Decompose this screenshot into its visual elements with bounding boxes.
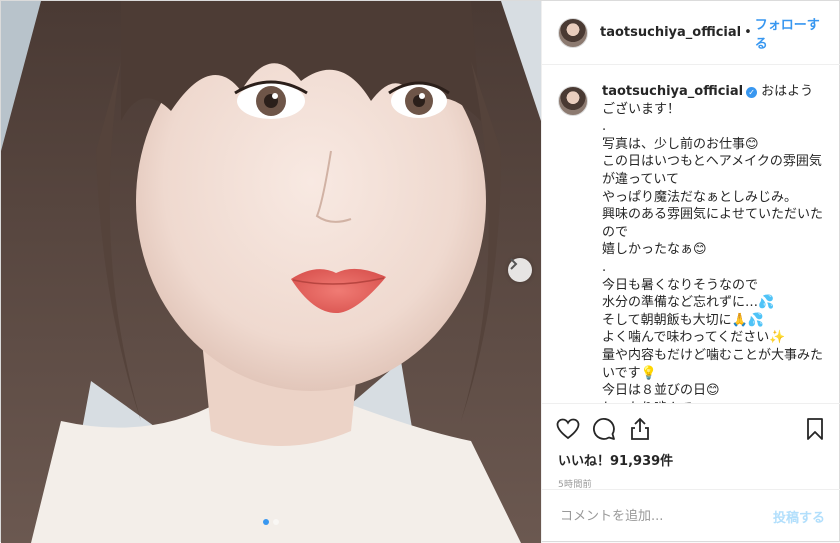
comment-box: 投稿する	[542, 489, 840, 543]
caption: taotsuchiya_official ✓ おはようございます！ . 写真は、少し…	[558, 83, 825, 403]
likes-count[interactable]: いいね！91,939件	[554, 450, 829, 469]
action-bar	[554, 414, 829, 444]
verified-badge-icon: ✓	[746, 87, 758, 98]
caption-text: おはようございます！ . 写真は、少し前のお仕事😊 この日はいつもとヘアメイクの…	[602, 84, 824, 403]
carousel-indicator	[1, 519, 541, 525]
instagram-post: taotsuchiya_official • フォローする taotsuchiy…	[0, 0, 840, 543]
post-header: taotsuchiya_official • フォローする	[542, 1, 840, 65]
caption-username[interactable]: taotsuchiya_official	[602, 84, 743, 99]
comment-icon[interactable]	[590, 415, 618, 443]
post-photo[interactable]	[1, 1, 541, 543]
carousel-dot-2	[273, 519, 279, 525]
bookmark-icon[interactable]	[801, 415, 829, 443]
carousel-next-button[interactable]	[508, 258, 532, 282]
post-comment-button[interactable]: 投稿する	[773, 507, 825, 526]
carousel-dot-1	[263, 519, 269, 525]
share-icon[interactable]	[626, 415, 654, 443]
post-actions: いいね！91,939件 5時間前	[542, 403, 840, 490]
caption-avatar[interactable]	[558, 86, 588, 116]
header-separator: •	[744, 25, 752, 40]
chevron-right-icon	[510, 258, 518, 270]
portrait-photo	[1, 1, 541, 543]
heart-icon[interactable]	[554, 415, 582, 443]
caption-body: taotsuchiya_official ✓ おはようございます！ . 写真は、少し…	[602, 83, 825, 403]
avatar[interactable]	[558, 17, 588, 48]
comment-input[interactable]	[558, 508, 773, 525]
header-username[interactable]: taotsuchiya_official	[600, 25, 741, 40]
comments-area[interactable]: taotsuchiya_official ✓ おはようございます！ . 写真は、少し…	[542, 65, 840, 403]
post-sidebar: taotsuchiya_official • フォローする taotsuchiy…	[541, 1, 840, 543]
follow-button[interactable]: フォローする	[755, 14, 825, 52]
